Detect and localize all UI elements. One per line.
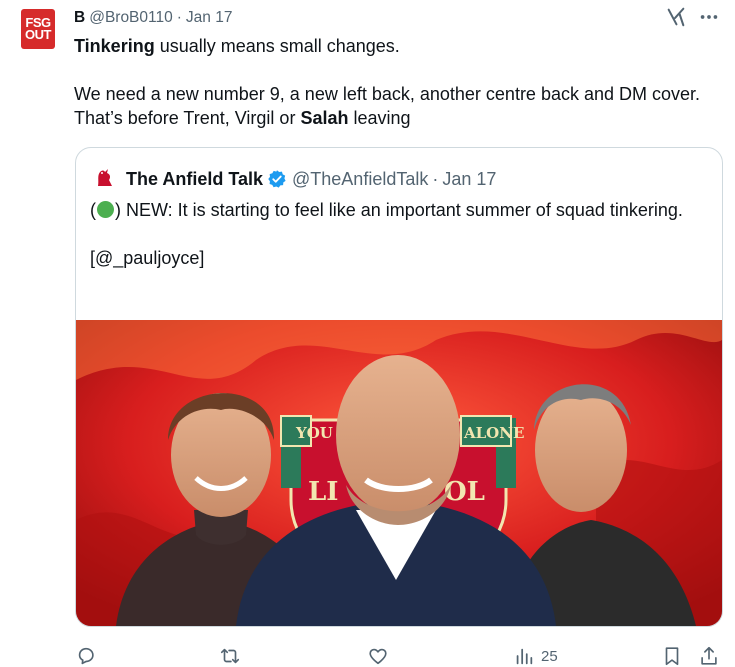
more-icon[interactable]	[698, 6, 720, 28]
tweet-text-part: Tinkering	[74, 36, 155, 56]
crest-text-right: OL	[444, 477, 485, 507]
tweet-card: FSG OUT B @BroB0110 · Jan 17 Tinkering u…	[0, 0, 735, 667]
green-circle-icon	[97, 201, 114, 218]
views-count: 25	[541, 647, 558, 665]
quoted-author-name[interactable]: The Anfield Talk	[126, 169, 263, 190]
tweet-text-part: Salah	[300, 108, 349, 128]
quoted-text-credit: [@_pauljoyce]	[90, 248, 205, 268]
bookmark-icon	[665, 647, 679, 666]
tweet-date[interactable]: Jan 17	[186, 9, 233, 27]
quoted-text-prefix: (	[90, 200, 96, 220]
avatar[interactable]: FSG OUT	[17, 8, 59, 50]
banner-right-text: ALONE	[463, 424, 524, 442]
action-bar: 25	[0, 640, 735, 667]
like-button[interactable]	[367, 645, 395, 667]
banner-left-text: YOU	[295, 424, 333, 442]
reply-button[interactable]	[75, 645, 103, 667]
share-icon	[701, 646, 717, 665]
like-icon	[369, 648, 387, 665]
liverbird-avatar[interactable]	[90, 164, 118, 192]
quoted-media-image[interactable]: YOU ALONE LI OL	[76, 320, 722, 626]
tweet-text-part: leaving	[348, 108, 411, 128]
retweet-button[interactable]	[219, 645, 247, 667]
author-name[interactable]: B	[74, 9, 85, 27]
quoted-text-body: ) NEW: It is starting to feel like an im…	[115, 200, 683, 220]
bookmark-button[interactable]	[661, 645, 683, 667]
fsg-out-logo: FSG OUT	[21, 9, 55, 49]
retweet-icon	[220, 648, 240, 664]
quoted-text-line: ( ) NEW: It is starting to feel like an i…	[90, 198, 700, 222]
separator-dot: ·	[432, 168, 439, 189]
author-handle[interactable]: @BroB0110	[89, 9, 173, 27]
quoted-author-handle[interactable]: @TheAnfieldTalk	[292, 169, 428, 190]
crest-text-left: LI	[308, 477, 338, 507]
quoted-header: The Anfield Talk @TheAnfieldTalk · Jan 1…	[126, 168, 496, 190]
views-icon	[516, 648, 533, 665]
logo-text-bottom: OUT	[25, 27, 51, 42]
quoted-text: ( ) NEW: It is starting to feel like an i…	[90, 198, 700, 270]
quoted-tweet[interactable]: The Anfield Talk @TheAnfieldTalk · Jan 1…	[75, 147, 723, 627]
grok-icon[interactable]	[665, 6, 687, 28]
views-button[interactable]: 25	[513, 645, 558, 667]
separator-dot: ·	[176, 9, 182, 26]
tweet-text: Tinkering usually means small changes. W…	[74, 34, 704, 130]
verified-icon	[268, 170, 286, 188]
share-button[interactable]	[698, 645, 720, 667]
quoted-date[interactable]: Jan 17	[442, 169, 496, 190]
reply-icon	[78, 647, 94, 665]
tweet-header: B @BroB0110 · Jan 17	[74, 8, 232, 28]
quoted-text-spacer	[90, 222, 700, 246]
